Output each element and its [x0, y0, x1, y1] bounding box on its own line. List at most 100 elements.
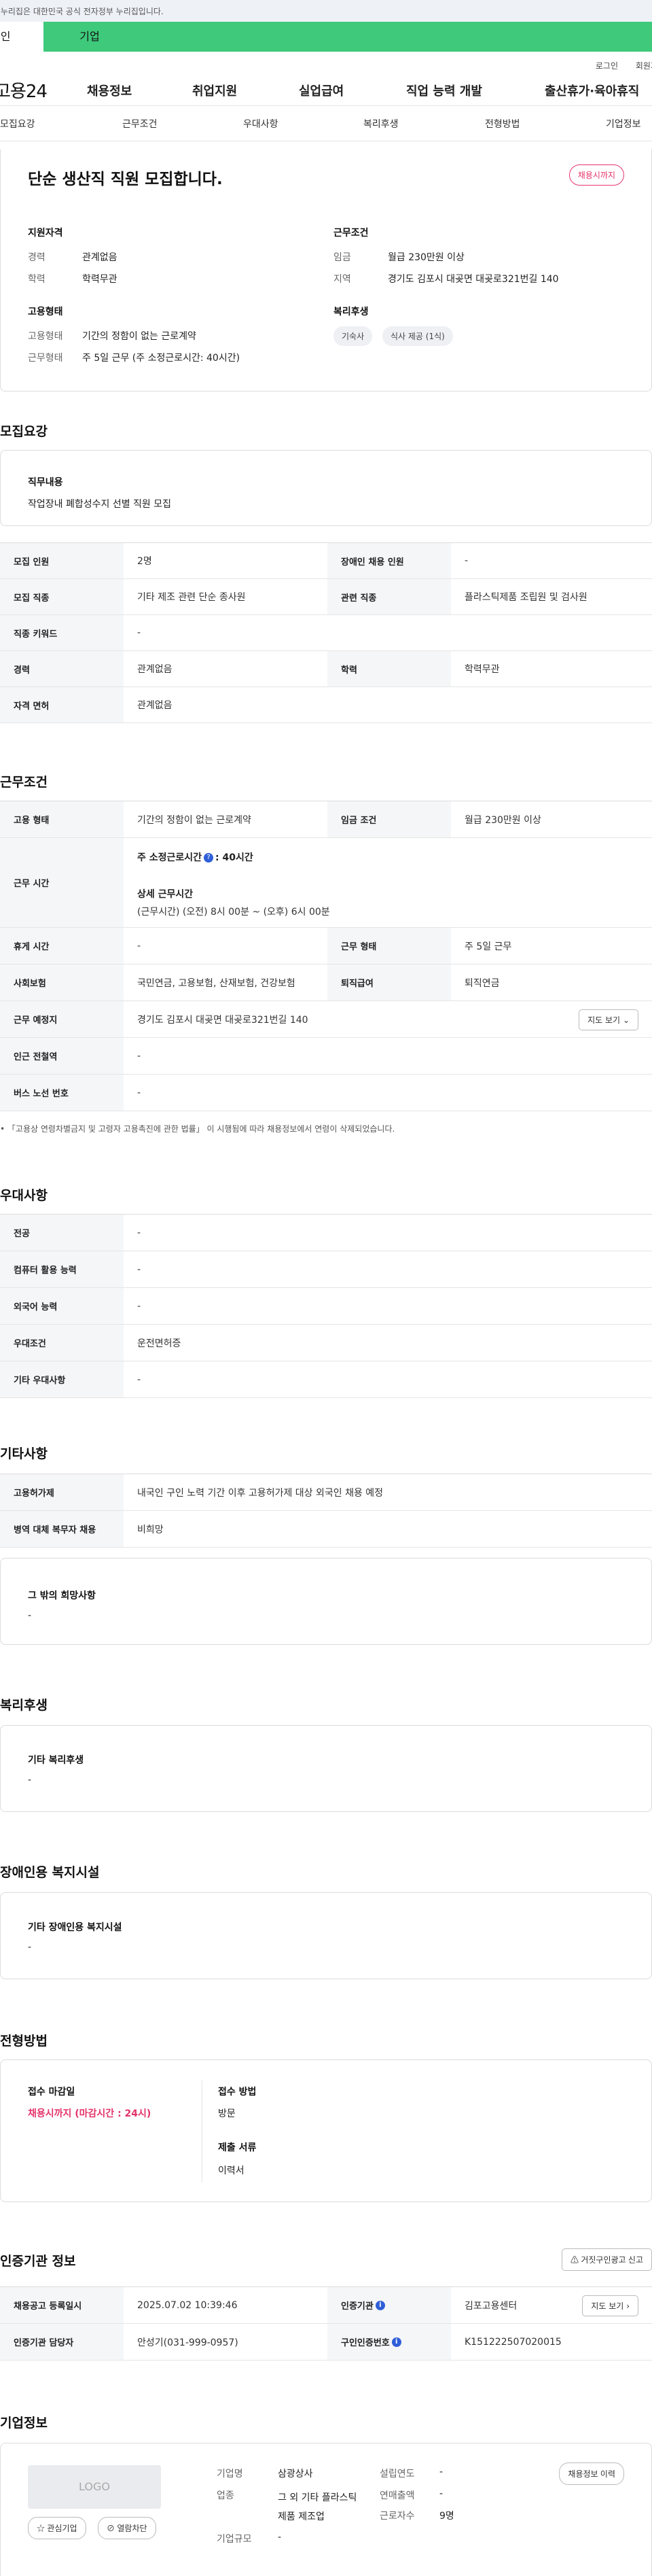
agency-no-header: 구인인증번호: [341, 2338, 390, 2348]
join-link-label: 회원가입: [635, 61, 652, 71]
welfare-section-title: 복리후생: [0, 1698, 48, 1713]
table-cell: -: [137, 1227, 141, 1238]
agency-map-button[interactable]: 지도 보기 ›: [582, 2295, 638, 2316]
table-row: 버스 노선 번호 -: [0, 1075, 652, 1111]
gnb-item-unemployment[interactable]: 실업급여: [299, 82, 344, 99]
summary-card: 단순 생산직 직원 모집합니다. 채용시까지 지원자격 경력 관계없음 학력 학…: [0, 150, 652, 391]
table-header: 관련 직종: [327, 579, 451, 614]
brand-logo[interactable]: 고용24: [0, 77, 52, 103]
table-cell: 기간의 정함이 없는 근로계약: [137, 814, 251, 826]
disabled-value: -: [28, 1942, 32, 1953]
table-cell: 내국인 구인 노력 기간 이후 고용허가제 대상 외국인 채용 예정: [137, 1487, 384, 1499]
disabled-section-title: 장애인용 복지시설: [0, 1865, 100, 1880]
recruit-section-title: 모집요강: [0, 424, 48, 439]
table-row: 병역 대체 복무자 채용 비희망: [0, 1511, 652, 1548]
year-label: 설립연도: [380, 2469, 415, 2479]
subnav-recruit[interactable]: 모집요강: [0, 117, 35, 130]
table-row: 휴게 시간 - 근무 형태 주 5일 근무: [0, 928, 652, 964]
brand-logo-text: 고용24: [0, 82, 48, 102]
info-icon[interactable]: i: [375, 2300, 385, 2310]
other-wish-card: 그 밖의 희망사항 -: [0, 1558, 652, 1645]
emp-type-label: 고용형태: [28, 331, 63, 342]
tab-personal[interactable]: 개인: [0, 22, 43, 52]
job-title: 단순 생산직 직원 모집합니다.: [28, 171, 223, 188]
subnav-work[interactable]: 근무조건: [122, 117, 158, 130]
info-icon[interactable]: ?: [204, 853, 214, 863]
table-cell: 플라스틱제품 조립원 및 검사원: [465, 592, 587, 603]
agency-table: 채용공고 등록일시 2025.07.02 10:39:46 인증기관 i 김포고용…: [0, 2286, 652, 2361]
process-card: 접수 마감일 채용시까지 (마감시간 : 24시) 접수 방법 방문 제출 서류…: [0, 2059, 652, 2202]
gnb-item-jobs[interactable]: 채용정보: [87, 82, 132, 99]
table-cell: 퇴직연금: [465, 977, 500, 989]
career-value: 관계없음: [82, 252, 117, 263]
table-row: 외국어 능력 -: [0, 1288, 652, 1325]
table-row: 사회보험 국민연금, 고용보험, 산재보험, 건강보험 퇴직급여 퇴직연금: [0, 964, 652, 1001]
join-link[interactable]: 회원가입: [636, 60, 652, 71]
subnav-pref[interactable]: 우대사항: [243, 117, 278, 130]
table-header: 인근 전철역: [0, 1038, 124, 1074]
subnav-welfare[interactable]: 복리후생: [363, 117, 399, 130]
table-header: 모집 직종: [0, 579, 124, 614]
sales-label: 연매출액: [380, 2490, 415, 2501]
hours-weekly-value: : 40시간: [215, 852, 253, 863]
table-row: 자격 면허 관계없음: [0, 687, 652, 723]
age-note: • 「고용상 연령차별금지 및 고령자 고용촉진에 관한 법률」 이 시행됨에 …: [0, 1124, 395, 1134]
table-row: 기타 우대사항 -: [0, 1361, 652, 1398]
table-cell: -: [137, 1050, 141, 1062]
fav-company-button[interactable]: ☆ 관심기업: [28, 2517, 86, 2539]
etc-table: 고용허가제 내국인 구인 노력 기간 이후 고용허가제 대상 외국인 채용 예정…: [0, 1474, 652, 1548]
table-row: 채용공고 등록일시 2025.07.02 10:39:46 인증기관 i 김포고용…: [0, 2287, 652, 2324]
size-value: -: [278, 2532, 282, 2543]
table-header: 우대조건: [0, 1325, 124, 1361]
gov-banner-text: 이 누리집은 대한민국 공식 전자정부 누리집입니다.: [0, 7, 164, 16]
table-header: 채용공고 등록일시: [0, 2287, 124, 2323]
table-row: 모집 직종 기타 제조 관련 단순 종사원 관련 직종 플라스틱제품 조립원 및…: [0, 579, 652, 615]
industry-value: 그 외 기타 플라스틱 제품 제조업: [278, 2492, 357, 2522]
block-button[interactable]: ⊘ 열람차단: [98, 2517, 156, 2539]
util-bar: 로그인 회원가입: [0, 52, 652, 73]
year-value: -: [439, 2467, 443, 2477]
work-section-title: 근무조건: [0, 775, 48, 790]
sales-value: -: [439, 2488, 443, 2499]
other-wish-value: -: [28, 1610, 32, 1621]
info-icon[interactable]: i: [391, 2337, 401, 2347]
gnb-item-leave[interactable]: 출산휴가·육아휴직: [545, 82, 639, 99]
table-row: 근무 예정지 경기도 김포시 대곶면 대곶로321번길 140 지도 보기 ⌄: [0, 1001, 652, 1038]
area-label: 지역: [333, 274, 351, 285]
welfare-value: -: [28, 1775, 32, 1786]
table-header: 고용 형태: [0, 801, 124, 837]
pref-table: 전공 - 컴퓨터 활용 능력 - 외국어 능력 - 우대조건 운전면허증 기타 …: [0, 1214, 652, 1398]
emp-type-value: 기간의 정함이 없는 근로계약: [82, 331, 196, 342]
table-header: 퇴직급여: [327, 964, 451, 1000]
gnb-item-training[interactable]: 직업 능력 개발: [406, 82, 482, 99]
table-cell: 국민연금, 고용보험, 산재보험, 건강보험: [137, 977, 295, 989]
tab-business[interactable]: 기업: [68, 22, 111, 52]
company-name-label: 기업명: [217, 2469, 243, 2479]
deadline-label: 접수 마감일: [28, 2087, 75, 2098]
map-button[interactable]: 지도 보기 ⌄: [579, 1009, 638, 1030]
table-header: 병역 대체 복무자 채용: [0, 1511, 124, 1547]
login-link[interactable]: 로그인: [596, 60, 618, 71]
table-header: 외국어 능력: [0, 1288, 124, 1324]
global-nav: 고용24 채용정보 취업지원 실업급여 직업 능력 개발 출산휴가·육아휴직: [0, 73, 652, 106]
table-header: 인증기관 i: [327, 2287, 451, 2323]
company-section-title: 기업정보: [0, 2416, 48, 2431]
subnav-company[interactable]: 기업정보: [606, 117, 641, 130]
table-header: 근무 예정지: [0, 1001, 124, 1037]
history-button[interactable]: 채용정보 이력: [559, 2462, 624, 2485]
hours-detail-title: 상세 근무시간: [137, 889, 194, 900]
method-label: 접수 방법: [218, 2087, 257, 2098]
process-section-title: 전형방법: [0, 2034, 48, 2049]
subnav-process[interactable]: 전형방법: [485, 117, 520, 130]
work-table: 고용 형태 기간의 정함이 없는 근로계약 임금 조건 월급 230만원 이상 …: [0, 801, 652, 1111]
report-button[interactable]: ⚠ 거짓구인광고 신고: [561, 2248, 652, 2271]
deadline-badge: 채용시까지: [568, 164, 624, 186]
emp-count-value: 9명: [439, 2511, 454, 2522]
table-row: 전공 -: [0, 1215, 652, 1251]
gnb-item-support[interactable]: 취업지원: [192, 82, 237, 99]
welfare-pill-dorm: 기숙사: [333, 326, 373, 346]
etc-section-title: 기타사항: [0, 1446, 48, 1461]
duty-card: 직무내용 작업장내 폐합성수지 선별 직원 모집: [0, 450, 652, 526]
table-cell: -: [137, 627, 141, 638]
table-cell: 관계없음: [137, 700, 173, 711]
